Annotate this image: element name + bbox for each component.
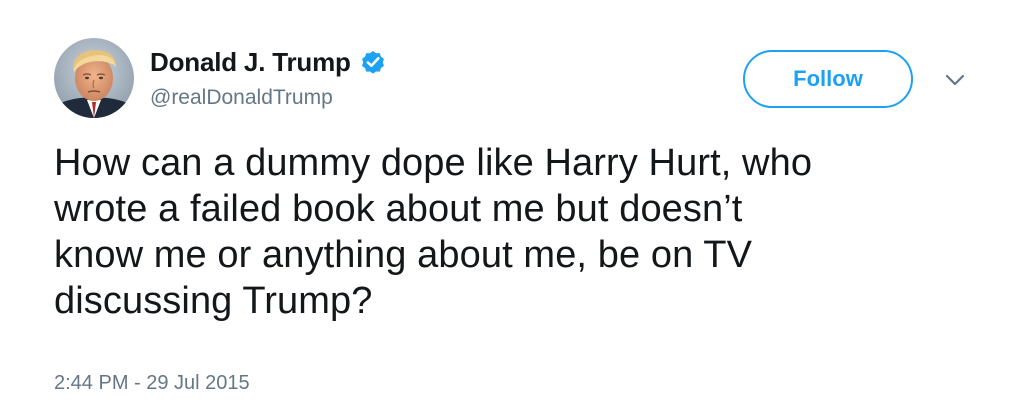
tweet-text-line: know me or anything about me, be on TV (54, 234, 753, 276)
tweet-text-line: wrote a failed book about me but doesn’t (54, 188, 743, 230)
tweet-timestamp[interactable]: 2:44 PM - 29 Jul 2015 (54, 372, 250, 395)
author-display-name[interactable]: Donald J. Trump (150, 47, 351, 78)
author-name-row[interactable]: Donald J. Trump (150, 44, 387, 80)
avatar[interactable] (54, 38, 134, 118)
follow-button[interactable]: Follow (743, 50, 913, 108)
author-handle[interactable]: @realDonaldTrump (150, 86, 333, 110)
tweet-text: How can a dummy dope like Harry Hurt, wh… (54, 140, 994, 324)
tweet-text-line: How can a dummy dope like Harry Hurt, wh… (54, 142, 813, 184)
verified-badge-icon (359, 48, 387, 76)
chevron-down-icon[interactable] (942, 70, 968, 90)
tweet-card: Donald J. Trump @realDonaldTrump Follow … (0, 0, 1024, 419)
tweet-text-line: discussing Trump? (54, 280, 373, 322)
profile-photo-icon (54, 38, 134, 118)
